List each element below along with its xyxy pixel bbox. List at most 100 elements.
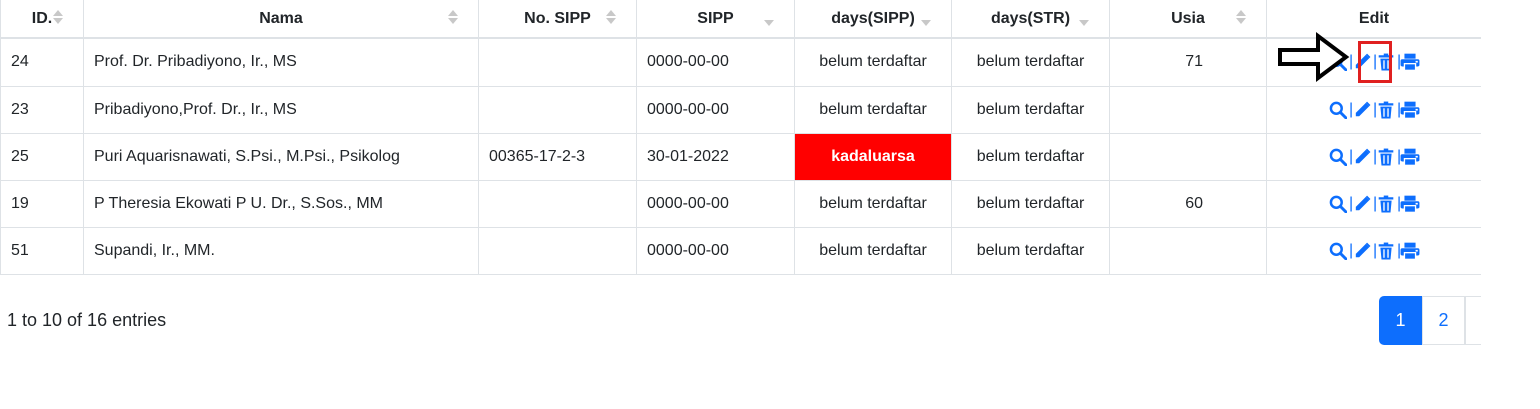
row-actions: | | | [1277,100,1471,120]
cell-days-str: belum terdaftar [951,37,1110,87]
table-row: 24 Prof. Dr. Pribadiyono, Ir., MS 0000-00-… [0,37,1481,87]
cell-no-sipp: 00365-17-2-3 [478,132,637,181]
cell-id: 23 [0,85,84,134]
cell-usia [1109,226,1267,275]
cell-days-sipp: kadaluarsa [794,132,952,181]
table-body: 24 Prof. Dr. Pribadiyono, Ir., MS 0000-00-… [0,37,1481,275]
cell-nama: Pribadiyono,Prof. Dr., Ir., MS [83,85,479,134]
cell-actions: | | | [1266,226,1481,275]
cell-no-sipp [478,85,637,134]
action-separator: | [1349,147,1354,165]
col-header-days-str[interactable]: days(STR) [951,0,1110,39]
cell-usia: 60 [1109,179,1267,228]
data-table: ID. Nama No. SIPP SIPP days(SIPP) days(S… [0,0,1481,275]
sort-desc-icon [764,8,774,30]
action-separator: | [1397,53,1402,71]
cell-days-sipp: belum terdaftar [794,179,952,228]
col-header-sipp[interactable]: SIPP [636,0,795,39]
header-label: No. SIPP [524,9,591,27]
data-table-container: ID. Nama No. SIPP SIPP days(SIPP) days(S… [0,0,1481,275]
col-header-usia[interactable]: Usia [1109,0,1267,39]
page-2-button[interactable]: 2 [1422,296,1465,345]
table-header-row: ID. Nama No. SIPP SIPP days(SIPP) days(S… [0,0,1481,39]
header-label: Usia [1171,9,1205,27]
header-label: ID. [31,9,53,27]
cell-usia [1109,132,1267,181]
cell-days-str: belum terdaftar [951,226,1110,275]
sort-icon [448,8,458,30]
trash-icon[interactable] [1376,147,1396,167]
cell-sipp: 0000-00-00 [636,179,795,228]
cell-usia [1109,85,1267,134]
sort-icon [606,8,616,30]
action-separator: | [1397,100,1402,118]
cell-days-sipp: belum terdaftar [794,37,952,87]
action-separator: | [1373,194,1378,212]
highlight-box [1358,41,1392,83]
cell-nama: Supandi, Ir., MM. [83,226,479,275]
printer-icon[interactable] [1400,52,1420,72]
page-next-button[interactable] [1465,296,1481,345]
search-icon[interactable] [1328,147,1348,167]
action-separator: | [1397,194,1402,212]
trash-icon[interactable] [1376,241,1396,261]
row-actions: | | | [1277,147,1471,167]
search-icon[interactable] [1328,241,1348,261]
table-row: 51 Supandi, Ir., MM. 0000-00-00 belum terda… [0,226,1481,275]
cell-nama: P Theresia Ekowati P U. Dr., S.Sos., MM [83,179,479,228]
printer-icon[interactable] [1400,100,1420,120]
arrow-pointer-icon [1278,32,1350,82]
cell-actions: | | | [1266,179,1481,228]
pencil-icon[interactable] [1352,100,1372,120]
printer-icon[interactable] [1400,194,1420,214]
search-icon[interactable] [1328,100,1348,120]
cell-sipp: 0000-00-00 [636,226,795,275]
action-separator: | [1349,241,1354,259]
col-header-no-sipp[interactable]: No. SIPP [478,0,637,39]
action-separator: | [1373,100,1378,118]
cell-days-sipp: belum terdaftar [794,85,952,134]
search-icon[interactable] [1328,194,1348,214]
cell-actions: | | | [1266,85,1481,134]
pencil-icon[interactable] [1352,194,1372,214]
cell-nama: Prof. Dr. Pribadiyono, Ir., MS [83,37,479,87]
pencil-icon[interactable] [1352,241,1372,261]
row-actions: | | | [1277,194,1471,214]
cell-days-str: belum terdaftar [951,179,1110,228]
cell-sipp: 30-01-2022 [636,132,795,181]
table-row: 25 Puri Aquarisnawati, S.Psi., M.Psi., Ps… [0,132,1481,181]
col-header-days-sipp[interactable]: days(SIPP) [794,0,952,39]
pagination: 1 2 [1379,296,1481,345]
sort-icon [53,8,63,30]
col-header-id[interactable]: ID. [0,0,84,39]
cell-sipp: 0000-00-00 [636,37,795,87]
trash-icon[interactable] [1376,100,1396,120]
pencil-icon[interactable] [1352,147,1372,167]
page-1-button[interactable]: 1 [1379,296,1422,345]
header-label: SIPP [697,9,734,27]
table-row: 19 P Theresia Ekowati P U. Dr., S.Sos., M… [0,179,1481,228]
cell-no-sipp [478,37,637,87]
cell-nama: Puri Aquarisnawati, S.Psi., M.Psi., Psik… [83,132,479,181]
sort-icon [1236,8,1246,30]
table-info: 1 to 10 of 16 entries [7,310,167,330]
row-actions: | | | [1277,241,1471,261]
header-label: Nama [259,9,303,27]
cell-days-sipp: belum terdaftar [794,226,952,275]
action-separator: | [1349,100,1354,118]
cell-id: 24 [0,37,84,87]
action-separator: | [1373,147,1378,165]
action-separator: | [1349,194,1354,212]
printer-icon[interactable] [1400,241,1420,261]
cell-usia: 71 [1109,37,1267,87]
printer-icon[interactable] [1400,147,1420,167]
col-header-nama[interactable]: Nama [83,0,479,39]
action-separator: | [1373,241,1378,259]
cell-sipp: 0000-00-00 [636,85,795,134]
trash-icon[interactable] [1376,194,1396,214]
header-label: days(SIPP) [831,9,915,27]
cell-actions: | | | [1266,132,1481,181]
cell-id: 19 [0,179,84,228]
cell-days-str: belum terdaftar [951,85,1110,134]
sort-desc-icon [921,8,931,30]
